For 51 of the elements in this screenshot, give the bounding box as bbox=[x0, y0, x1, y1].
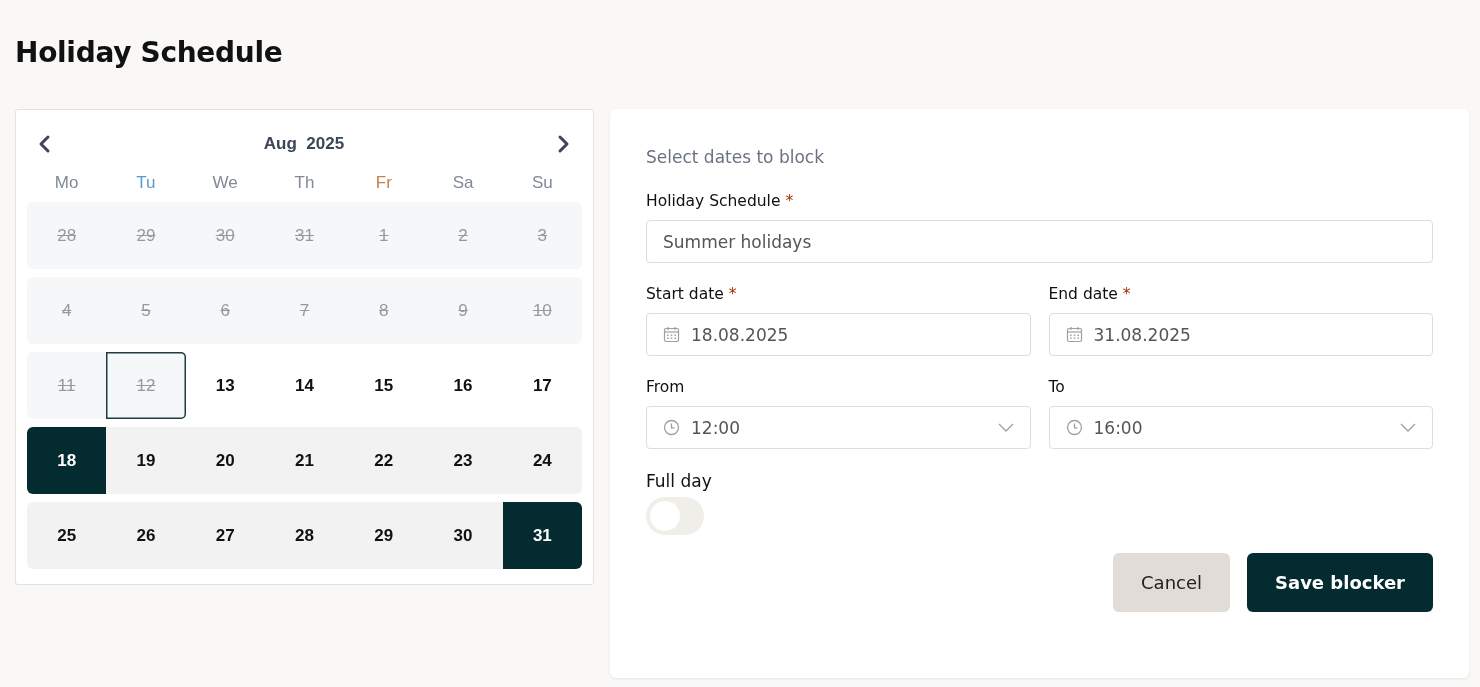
chevron-down-icon bbox=[1400, 423, 1416, 432]
field-label: Start date bbox=[646, 285, 724, 303]
calendar-day[interactable]: 19 bbox=[106, 427, 186, 494]
calendar-day[interactable]: 31 bbox=[502, 502, 582, 569]
cancel-button[interactable]: Cancel bbox=[1113, 553, 1230, 612]
weekday-label: Su bbox=[531, 173, 553, 193]
calendar-day[interactable]: 15 bbox=[344, 352, 424, 419]
calendar-icon bbox=[1065, 326, 1083, 343]
calendar-day[interactable]: 18 bbox=[27, 427, 107, 494]
field-label: From bbox=[646, 378, 685, 396]
calendar-day[interactable]: 14 bbox=[264, 352, 345, 419]
calendar-day[interactable]: 30 bbox=[423, 502, 503, 569]
calendar-day[interactable]: 24 bbox=[502, 427, 582, 494]
calendar-day[interactable]: 13 bbox=[185, 352, 265, 419]
field-label: End date bbox=[1048, 285, 1118, 303]
chevron-down-icon bbox=[997, 423, 1014, 432]
date-input-field[interactable]: 18.08.2025 bbox=[646, 313, 1031, 356]
month-label: Aug 2025 bbox=[263, 134, 345, 154]
weekday-label: Sa bbox=[452, 173, 474, 193]
calendar-day[interactable]: 28 bbox=[264, 502, 345, 569]
field-label: To bbox=[1048, 378, 1065, 396]
required-mark: * bbox=[728, 285, 737, 303]
required-mark: * bbox=[785, 192, 794, 210]
calendar-day[interactable]: 20 bbox=[185, 427, 265, 494]
calendar-day[interactable]: 21 bbox=[264, 427, 345, 494]
required-mark: * bbox=[1122, 285, 1131, 303]
calendar-day[interactable]: 16 bbox=[423, 352, 503, 419]
field-label: Full day bbox=[646, 471, 712, 491]
weekday-label: Mo bbox=[54, 173, 79, 193]
clock-icon bbox=[1065, 419, 1083, 436]
date-input-field[interactable]: 31.08.2025 bbox=[1048, 313, 1433, 356]
calendar-day[interactable]: 26 bbox=[106, 502, 186, 569]
weekday-label: We bbox=[212, 173, 238, 193]
calendar-day[interactable]: 22 bbox=[344, 427, 424, 494]
calendar-day[interactable]: 23 bbox=[423, 427, 503, 494]
calendar-icon bbox=[663, 326, 680, 343]
calendar-day[interactable]: 25 bbox=[27, 502, 107, 569]
field-label: Holiday Schedule bbox=[646, 192, 781, 210]
calendar-day[interactable]: 27 bbox=[185, 502, 265, 569]
clock-icon bbox=[663, 419, 680, 436]
weekday-label: Th bbox=[294, 173, 315, 193]
time-select[interactable]: 16:00 bbox=[1048, 406, 1433, 449]
calendar-day[interactable]: 17 bbox=[502, 352, 582, 419]
save-button[interactable]: Save blocker bbox=[1247, 553, 1433, 612]
form-heading: Select dates to block bbox=[646, 147, 826, 167]
calendar-day[interactable]: 29 bbox=[344, 502, 424, 569]
page-title: Holiday Schedule bbox=[15, 35, 284, 71]
name-input-field[interactable]: Summer holidays bbox=[646, 220, 1433, 263]
time-select[interactable]: 12:00 bbox=[646, 406, 1031, 449]
weekday-label: Tu bbox=[136, 173, 156, 193]
weekday-label: Fr bbox=[375, 173, 392, 193]
